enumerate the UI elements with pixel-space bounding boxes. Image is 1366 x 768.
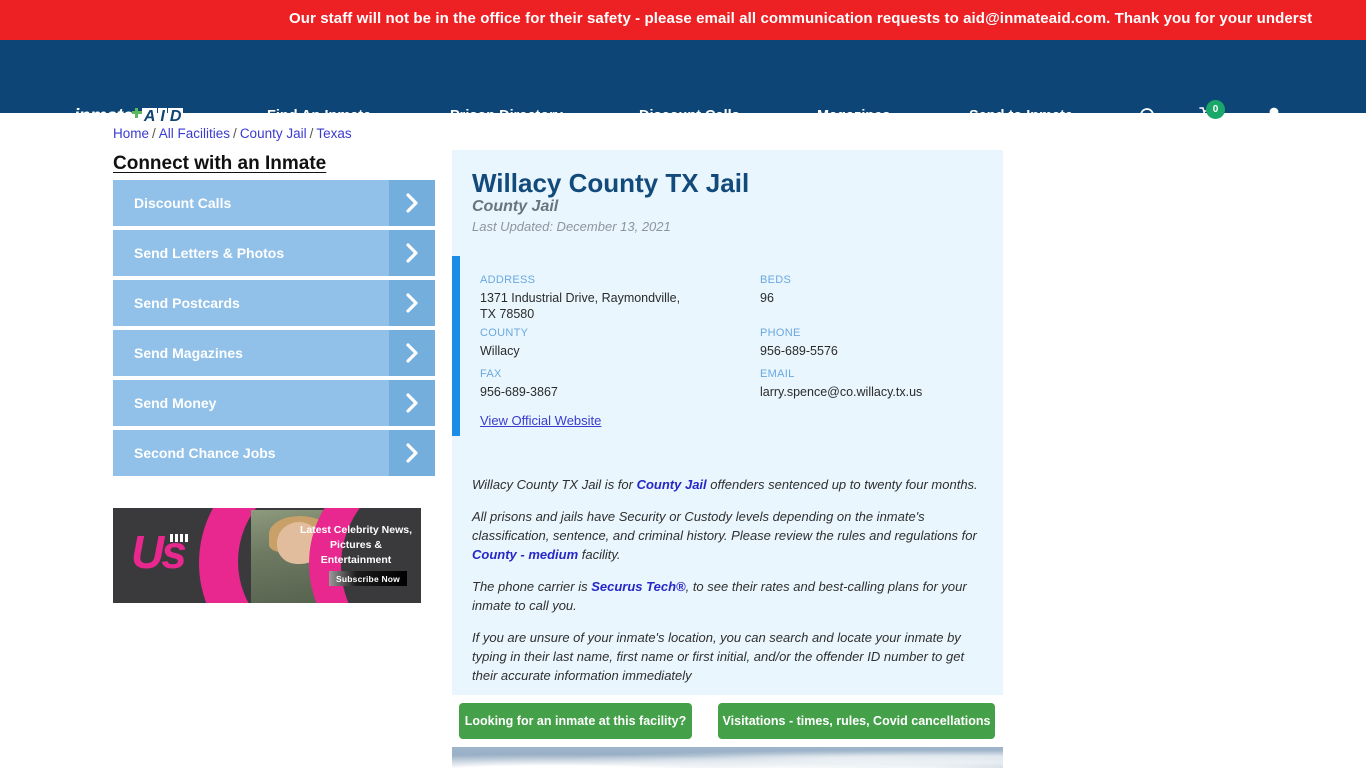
info-field-fax: FAX 956-689-3867 — [480, 368, 690, 400]
ad-subscribe-button[interactable]: Subscribe Now — [329, 571, 407, 586]
chevron-right-icon — [389, 280, 435, 326]
info-label-address: ADDRESS — [480, 274, 536, 286]
info-field-address: ADDRESS 1371 Industrial Drive, Raymondvi… — [480, 274, 690, 322]
desc-p3-link[interactable]: Securus Tech® — [591, 579, 685, 594]
facility-info-block: ADDRESS 1371 Industrial Drive, Raymondvi… — [452, 256, 1003, 436]
user-account-icon[interactable] — [1264, 106, 1284, 132]
nav-item-magazines[interactable]: Magazines — [817, 108, 890, 124]
sidebar-item-second-chance-jobs[interactable]: Second Chance Jobs — [113, 430, 435, 476]
sidebar-item-label: Send Letters & Photos — [134, 245, 285, 261]
chevron-right-icon — [389, 380, 435, 426]
nav-item-discount-calls[interactable]: Discount Calls — [639, 108, 740, 124]
info-label-beds: BEDS — [760, 274, 792, 286]
view-official-website-link[interactable]: View Official Website — [480, 413, 601, 428]
sidebar-item-label: Send Money — [134, 395, 217, 411]
description-paragraph-3: The phone carrier is Securus Tech®, to s… — [472, 577, 985, 615]
desc-p1-link[interactable]: County Jail — [637, 477, 707, 492]
breadcrumb-separator: / — [233, 126, 237, 141]
chevron-right-icon — [389, 330, 435, 376]
last-updated-text: Last Updated: December 13, 2021 — [472, 219, 671, 234]
sidebar-item-send-letters-photos[interactable]: Send Letters & Photos — [113, 230, 435, 276]
sidebar-item-label: Send Magazines — [134, 345, 243, 361]
sidebar-item-send-postcards[interactable]: Send Postcards — [113, 280, 435, 326]
sidebar-advertisement[interactable]: Us Latest Celebrity News, Pictures & Ent… — [113, 508, 421, 603]
sidebar-item-send-money[interactable]: Send Money — [113, 380, 435, 426]
desc-p3-text-a: The phone carrier is — [472, 579, 592, 594]
breadcrumb: Home / All Facilities / County Jail / Texas — [113, 126, 352, 141]
info-value-beds: 96 — [760, 291, 774, 305]
sidebar-heading: Connect with an Inmate — [113, 153, 327, 174]
description-paragraph-1: Willacy County TX Jail is for County Jai… — [472, 475, 985, 494]
info-field-county: COUNTY Willacy — [480, 327, 690, 359]
nav-links: Find An Inmate Prison Directory Discount… — [0, 108, 1366, 128]
visitations-button[interactable]: Visitations - times, rules, Covid cancel… — [718, 703, 995, 739]
info-value-phone: 956-689-5576 — [760, 344, 838, 358]
sidebar-menu: Discount Calls Send Letters & Photos Sen… — [113, 180, 435, 480]
breadcrumb-item-county-jail[interactable]: County Jail — [240, 126, 307, 141]
info-label-county: COUNTY — [480, 327, 529, 339]
info-value-address: 1371 Industrial Drive, Raymondville, TX … — [480, 291, 681, 321]
nav-item-prison-directory[interactable]: Prison Directory — [450, 108, 563, 124]
page-title: Willacy County TX Jail — [472, 168, 750, 198]
breadcrumb-item-home[interactable]: Home — [113, 126, 149, 141]
info-value-email: larry.spence@co.willacy.tx.us — [760, 385, 923, 399]
sidebar-item-label: Second Chance Jobs — [134, 445, 276, 461]
facility-type: County Jail — [472, 198, 559, 215]
chevron-right-icon — [389, 430, 435, 476]
info-label-email: EMAIL — [760, 368, 795, 380]
alert-banner-text: Our staff will not be in the office for … — [289, 10, 1313, 27]
desc-p2-text-b: facility. — [578, 547, 621, 562]
cart-count-badge: 0 — [1206, 100, 1225, 119]
description-paragraph-2: All prisons and jails have Security or C… — [472, 507, 985, 564]
info-field-phone: PHONE 956-689-5576 — [760, 327, 980, 359]
facility-photo — [452, 747, 1003, 768]
search-icon[interactable] — [1139, 107, 1158, 131]
nav-item-send-to-inmate[interactable]: Send to Inmate — [969, 108, 1086, 124]
info-label-fax: FAX — [480, 368, 502, 380]
ad-logo-bars-icon — [170, 534, 188, 542]
looking-for-inmate-button[interactable]: Looking for an inmate at this facility? — [459, 703, 692, 739]
desc-p2-link[interactable]: County - medium — [472, 547, 578, 562]
chevron-right-icon — [389, 230, 435, 276]
sidebar-item-send-magazines[interactable]: Send Magazines — [113, 330, 435, 376]
ad-headline: Latest Celebrity News, Pictures & Entert… — [299, 524, 413, 566]
chevron-down-icon — [1077, 113, 1086, 117]
nav-item-find-an-inmate[interactable]: Find An Inmate — [267, 108, 371, 124]
info-field-beds: BEDS 96 — [760, 274, 980, 306]
desc-p1-text-b: offenders sentenced up to twenty four mo… — [706, 477, 978, 492]
breadcrumb-separator: / — [309, 126, 314, 141]
facility-description: Willacy County TX Jail is for County Jai… — [472, 475, 985, 698]
info-label-phone: PHONE — [760, 327, 801, 339]
sidebar-item-label: Send Postcards — [134, 295, 240, 311]
facility-card: Willacy County TX Jail County Jail Last … — [452, 150, 1003, 695]
chevron-right-icon — [389, 180, 435, 226]
nav-item-send-to-inmate-label: Send to Inmate — [969, 108, 1073, 124]
info-value-fax: 956-689-3867 — [480, 385, 558, 399]
alert-banner: Our staff will not be in the office for … — [0, 0, 1366, 40]
main-navbar: inmate A I D Find An Inmate Prison Direc… — [0, 40, 1366, 127]
sidebar-item-discount-calls[interactable]: Discount Calls — [113, 180, 435, 226]
desc-p1-text-a: Willacy County TX Jail is for — [472, 477, 637, 492]
breadcrumb-separator: / — [152, 126, 156, 141]
description-paragraph-4: If you are unsure of your inmate's locat… — [472, 630, 965, 683]
breadcrumb-item-all-facilities[interactable]: All Facilities — [159, 126, 230, 141]
desc-p2-text-a: All prisons and jails have Security or C… — [472, 509, 977, 543]
sidebar-item-label: Discount Calls — [134, 195, 232, 211]
info-value-county: Willacy — [480, 344, 520, 358]
breadcrumb-item-texas[interactable]: Texas — [316, 126, 351, 141]
info-field-email: EMAIL larry.spence@co.willacy.tx.us — [760, 368, 1000, 400]
